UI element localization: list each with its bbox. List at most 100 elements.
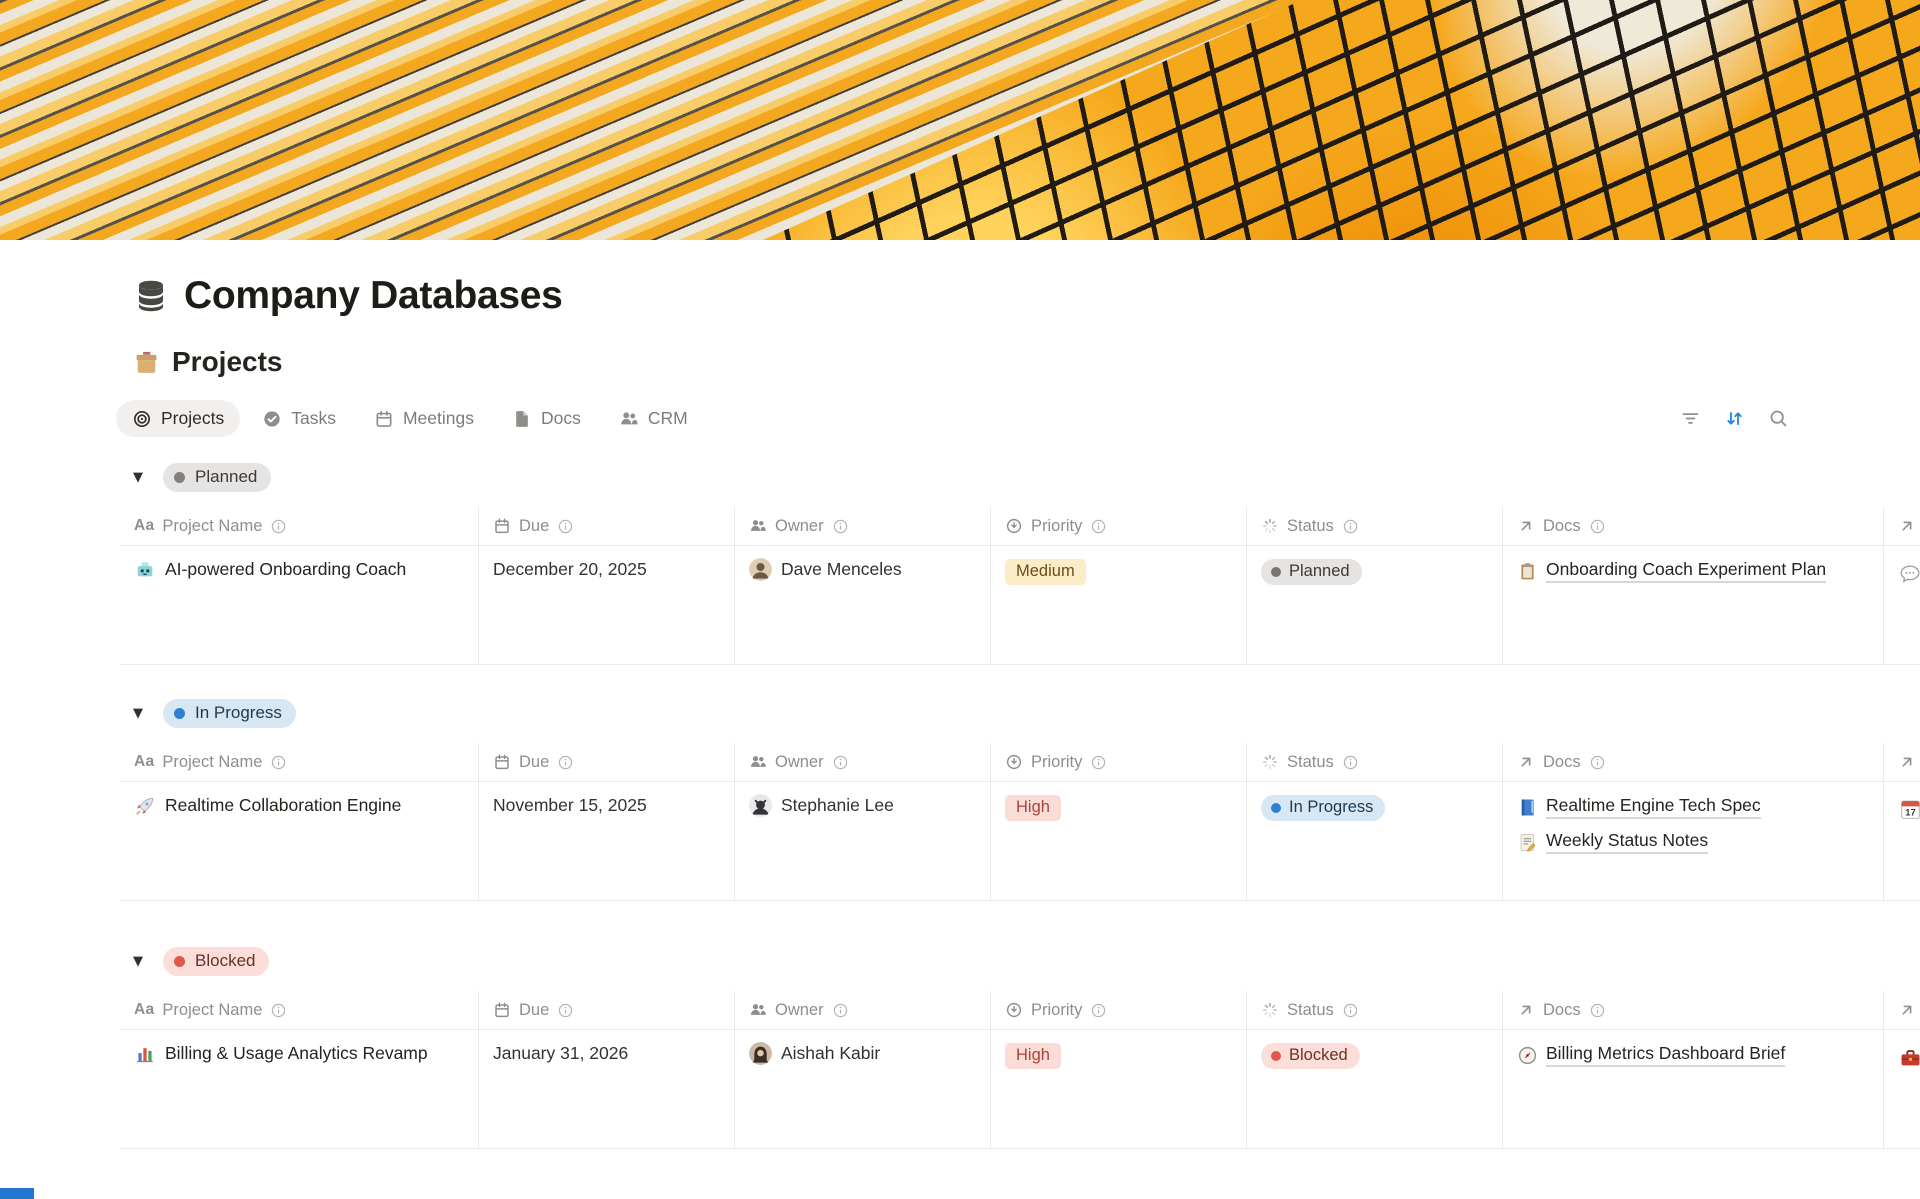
resources-cell[interactable]	[1884, 1030, 1920, 1148]
status-cell[interactable]: Blocked	[1247, 1030, 1503, 1148]
column-header-owner[interactable]: Owner	[735, 507, 991, 545]
priority-tag: High	[1005, 795, 1061, 821]
info-icon[interactable]	[1342, 518, 1359, 535]
docs-cell[interactable]: Billing Metrics Dashboard Brief	[1503, 1030, 1884, 1148]
priority-tag: High	[1005, 1043, 1061, 1069]
column-header-status[interactable]: Status	[1247, 991, 1503, 1029]
info-icon[interactable]	[1090, 1002, 1107, 1019]
column-header-owner[interactable]: Owner	[735, 991, 991, 1029]
column-header-status[interactable]: Status	[1247, 507, 1503, 545]
column-header-priority[interactable]: Priority	[991, 743, 1247, 781]
info-icon[interactable]	[557, 1002, 574, 1019]
column-header-partial[interactable]	[1884, 991, 1920, 1029]
calendar-icon	[374, 409, 394, 429]
group-pill-planned[interactable]: Planned	[163, 463, 271, 492]
due-date: November 15, 2025	[493, 795, 647, 815]
info-icon[interactable]	[832, 518, 849, 535]
column-header-docs[interactable]: Docs	[1503, 507, 1884, 545]
due-cell[interactable]: December 20, 2025	[479, 546, 735, 664]
text-aa-icon: Aa	[134, 517, 154, 535]
status-cell[interactable]: Planned	[1247, 546, 1503, 664]
column-header-partial[interactable]	[1884, 743, 1920, 781]
info-icon[interactable]	[557, 754, 574, 771]
group-pill-in-progress[interactable]: In Progress	[163, 699, 296, 728]
info-icon[interactable]	[832, 754, 849, 771]
info-icon[interactable]	[1589, 1002, 1606, 1019]
database-title[interactable]: Projects	[172, 346, 283, 378]
sort-arrows-icon[interactable]	[1722, 407, 1746, 431]
comments-cell[interactable]	[1884, 546, 1920, 664]
column-header-docs[interactable]: Docs	[1503, 743, 1884, 781]
tab-crm[interactable]: CRM	[603, 400, 704, 437]
column-header-owner[interactable]: Owner	[735, 743, 991, 781]
column-header-status[interactable]: Status	[1247, 743, 1503, 781]
group-toggle-icon[interactable]: ▼	[133, 470, 153, 485]
status-dot	[174, 472, 185, 483]
column-header-project-name[interactable]: Aa Project Name	[120, 507, 479, 545]
owner-cell[interactable]: Dave Menceles	[749, 559, 978, 581]
tab-meetings[interactable]: Meetings	[358, 400, 490, 437]
info-icon[interactable]	[1342, 1002, 1359, 1019]
group-toggle-icon[interactable]: ▼	[133, 706, 153, 721]
avatar	[749, 558, 772, 581]
info-icon[interactable]	[1342, 754, 1359, 771]
database-stack-icon	[133, 278, 169, 314]
doc-link[interactable]: Onboarding Coach Experiment Plan	[1517, 559, 1826, 583]
owner-name: Dave Menceles	[781, 559, 902, 580]
priority-tag: Medium	[1005, 559, 1086, 585]
bottom-left-blue-widget[interactable]	[0, 1188, 34, 1199]
priority-cell[interactable]: Medium	[991, 546, 1247, 664]
doc-link[interactable]: Realtime Engine Tech Spec	[1517, 795, 1761, 819]
info-icon[interactable]	[1589, 754, 1606, 771]
filter-icon[interactable]	[1678, 407, 1702, 431]
tab-docs[interactable]: Docs	[496, 400, 597, 437]
project-name: AI-powered Onboarding Coach	[165, 559, 406, 580]
info-icon[interactable]	[1090, 754, 1107, 771]
info-icon[interactable]	[270, 754, 287, 771]
due-cell[interactable]: November 15, 2025	[479, 782, 735, 900]
status-cell[interactable]: In Progress	[1247, 782, 1503, 900]
priority-cell[interactable]: High	[991, 782, 1247, 900]
column-header-partial[interactable]	[1884, 507, 1920, 545]
group-pill-blocked[interactable]: Blocked	[163, 947, 269, 976]
tab-tasks[interactable]: Tasks	[246, 400, 352, 437]
info-icon[interactable]	[832, 1002, 849, 1019]
info-icon[interactable]	[557, 518, 574, 535]
date-property-cell[interactable]: 17	[1884, 782, 1920, 900]
column-header-due[interactable]: Due	[479, 991, 735, 1029]
project-name-cell[interactable]: Realtime Collaboration Engine	[134, 795, 466, 817]
group-toggle-icon[interactable]: ▼	[133, 954, 153, 969]
check-circle-icon	[262, 409, 282, 429]
docs-cell[interactable]: Realtime Engine Tech Spec Weekly Status …	[1503, 782, 1884, 900]
column-header-priority[interactable]: Priority	[991, 507, 1247, 545]
priority-cell[interactable]: High	[991, 1030, 1247, 1148]
page-title[interactable]: Company Databases	[184, 274, 563, 318]
column-header-priority[interactable]: Priority	[991, 991, 1247, 1029]
group-blocked: ▼ Blocked Aa Project Name Due	[0, 947, 1920, 1149]
tab-projects[interactable]: Projects	[116, 400, 240, 437]
column-header-project-name[interactable]: Aa Project Name	[120, 991, 479, 1029]
tab-label: Projects	[161, 408, 224, 429]
info-icon[interactable]	[270, 518, 287, 535]
doc-link[interactable]: Weekly Status Notes	[1517, 830, 1708, 854]
arrow-up-right-icon	[1517, 1001, 1535, 1019]
spinner-icon	[1261, 517, 1279, 535]
column-header-due[interactable]: Due	[479, 743, 735, 781]
due-cell[interactable]: January 31, 2026	[479, 1030, 735, 1148]
info-icon[interactable]	[270, 1002, 287, 1019]
info-icon[interactable]	[1589, 518, 1606, 535]
project-name-cell[interactable]: Billing & Usage Analytics Revamp	[134, 1043, 466, 1065]
search-icon[interactable]	[1766, 407, 1790, 431]
owner-cell[interactable]: Stephanie Lee	[749, 795, 978, 817]
column-header-due[interactable]: Due	[479, 507, 735, 545]
info-icon[interactable]	[1090, 518, 1107, 535]
project-name-cell[interactable]: AI-powered Onboarding Coach	[134, 559, 466, 581]
mini-calendar-icon: 17	[1898, 797, 1920, 822]
column-header-docs[interactable]: Docs	[1503, 991, 1884, 1029]
docs-cell[interactable]: Onboarding Coach Experiment Plan	[1503, 546, 1884, 664]
doc-link[interactable]: Billing Metrics Dashboard Brief	[1517, 1043, 1785, 1067]
column-header-project-name[interactable]: Aa Project Name	[120, 743, 479, 781]
arrow-up-right-icon	[1517, 753, 1535, 771]
owner-cell[interactable]: Aishah Kabir	[749, 1043, 978, 1065]
column-label: Project Name	[162, 1001, 262, 1020]
